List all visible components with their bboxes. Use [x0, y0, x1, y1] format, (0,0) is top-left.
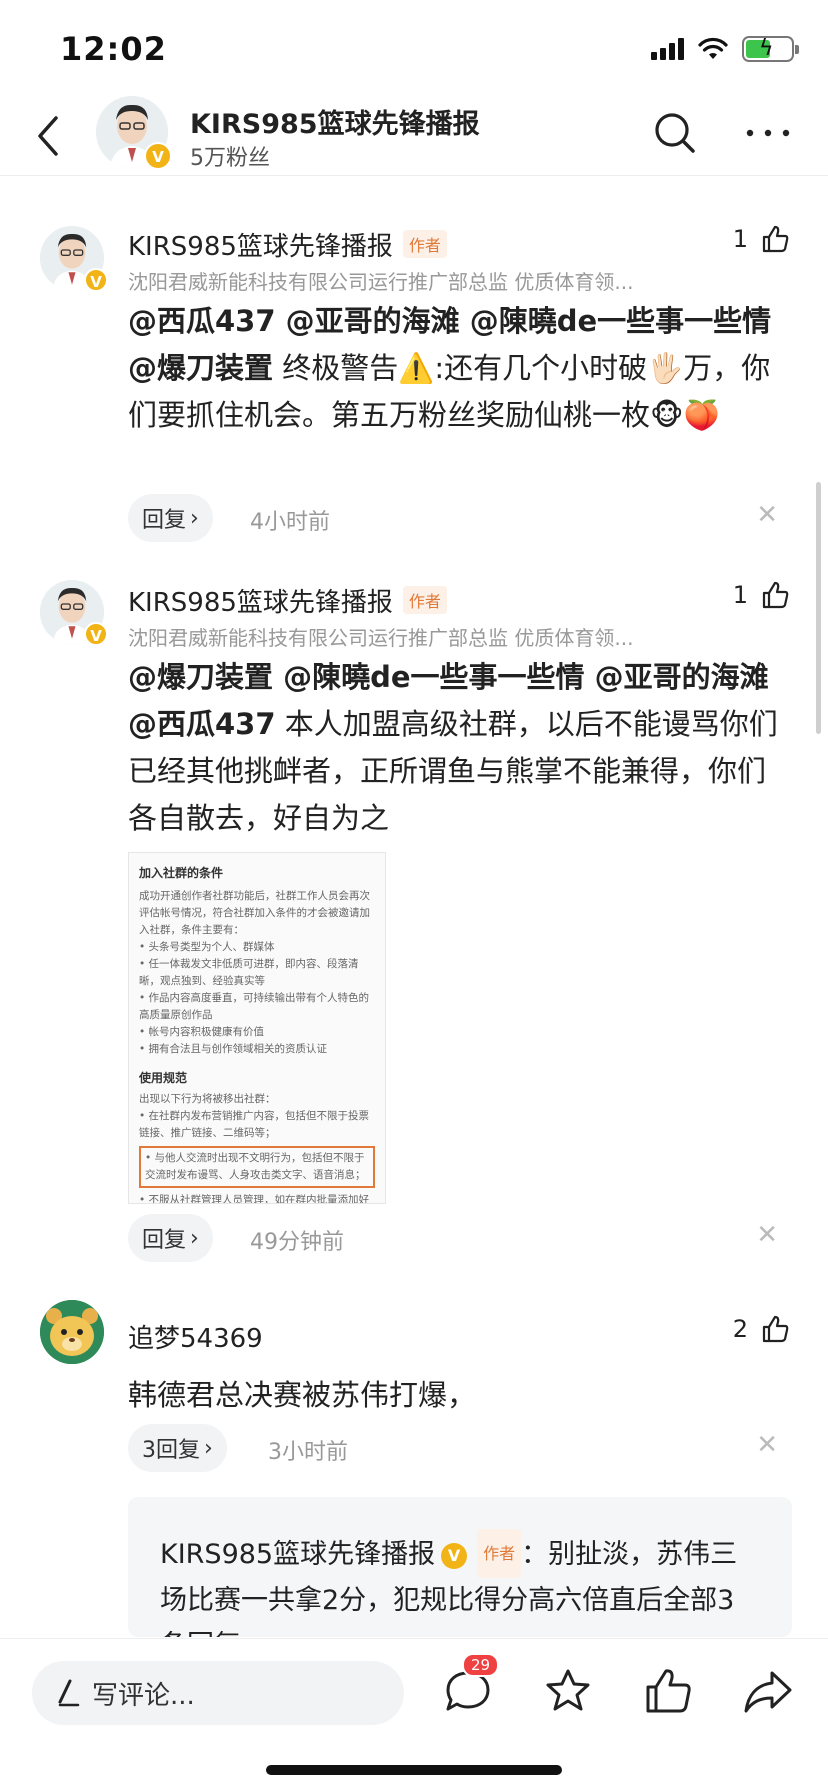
author-tag: 作者 [402, 230, 447, 258]
verified-badge-icon: V [84, 622, 108, 646]
comment-time: 3小时前 [268, 1440, 348, 1465]
comment-count-badge: 29 [462, 1653, 500, 1677]
image-text: • 作品内容高度垂直，可持续输出带有个人特色的高质量原创作品 [139, 992, 370, 1021]
commenter-avatar[interactable]: V [40, 226, 108, 292]
verified-badge-icon: V [441, 1543, 468, 1569]
wifi-icon [698, 37, 728, 59]
commenter-avatar[interactable]: V [40, 580, 108, 646]
more-options-icon[interactable] [738, 108, 798, 158]
comment-input[interactable]: 写评论... [32, 1661, 404, 1725]
thumbs-up-icon [762, 1315, 789, 1343]
chevron-right-icon: › [190, 1225, 199, 1251]
replies-button[interactable]: 3回复 › [128, 1424, 227, 1472]
thumbs-up-icon[interactable] [640, 1663, 696, 1719]
reply-label: 回复 [142, 1228, 187, 1253]
thumbs-up-icon [762, 225, 789, 253]
image-text: • 拥有合法且与创作领域相关的资质认证 [139, 1043, 328, 1055]
image-heading: 使用规范 [139, 1071, 188, 1085]
top-nav-bar: V KIRS985篮球先锋播报 5万粉丝 [0, 96, 828, 176]
verified-badge-icon: V [84, 268, 108, 292]
status-bar: 12:02 ϟ [0, 0, 828, 100]
bottom-action-bar: 写评论... 29 [0, 1638, 828, 1792]
image-text: • 不服从社群管理人员管理，如在群内批量添加好友引流、未经管理员同意邀请他人入群… [139, 1194, 370, 1204]
comment-text: @爆刀装置 @陳曉de一些事一些情 @亚哥的海滩 @西瓜437 本人加盟高级社群… [128, 654, 788, 842]
star-favorite-icon[interactable] [540, 1663, 596, 1719]
reply-author-name[interactable]: KIRS985篮球先锋播报 [160, 1539, 435, 1570]
cellular-signal-icon [651, 38, 684, 60]
comment-author-name[interactable]: KIRS985篮球先锋播报 [128, 232, 393, 262]
commenter-organization: 沈阳君威新能科技有限公司运行推广部总监 优质体育领... [128, 270, 634, 294]
reply-label: 回复 [142, 508, 187, 533]
commenter-avatar[interactable] [40, 1300, 104, 1364]
status-time: 12:02 [60, 30, 167, 68]
reply-preview-card[interactable]: KIRS985篮球先锋播报 V 作者 ：别扯淡，苏伟三场比赛一共拿2分，犯规比得分高六… [128, 1497, 792, 1637]
author-tag: 作者 [402, 586, 447, 614]
like-button[interactable]: 1 [733, 580, 790, 610]
comment-text: @西瓜437 @亚哥的海滩 @陳曉de一些事一些情 @爆刀装置 终极警告⚠️:还… [128, 298, 788, 439]
battery-icon: ϟ [742, 36, 799, 62]
search-icon[interactable] [650, 108, 700, 158]
comment-text: 韩德君总决赛被苏伟打爆， [128, 1378, 477, 1412]
chevron-right-icon: › [204, 1435, 213, 1461]
reply-button[interactable]: 回复 › [128, 1214, 213, 1262]
image-text: 出现以下行为将被移出社群： [139, 1093, 276, 1105]
chevron-right-icon: › [190, 505, 199, 531]
reply-button[interactable]: 回复 › [128, 494, 213, 542]
reply-count-label: 3回复 [142, 1438, 200, 1463]
scrollbar[interactable] [816, 482, 821, 734]
like-button[interactable]: 2 [733, 1314, 790, 1344]
share-arrow-icon[interactable] [740, 1663, 796, 1719]
like-count: 1 [732, 225, 748, 253]
header-title[interactable]: KIRS985篮球先锋播报 [190, 102, 480, 141]
author-tag: 作者 [477, 1529, 522, 1578]
image-text: • 帐号内容积极健康有价值 [139, 1026, 265, 1038]
comment-time: 49分钟前 [250, 1230, 344, 1255]
commenter-organization: 沈阳君威新能科技有限公司运行推广部总监 优质体育领... [128, 626, 634, 650]
image-text: • 任一体裁发文非低质可进群，即内容、段落清晰，观点独到、经验真实等 [139, 958, 359, 987]
pen-icon [58, 1679, 80, 1707]
image-text: • 头条号类型为个人、群媒体 [139, 941, 275, 953]
dismiss-close-icon[interactable]: ✕ [756, 1430, 778, 1460]
image-text: • 在社群内发布营销推广内容，包括但不限于投票链接、推广链接、二维码等； [139, 1110, 370, 1139]
header-fan-count: 5万粉丝 [190, 146, 270, 171]
like-button[interactable]: 1 [733, 224, 790, 254]
thumbs-up-icon [762, 581, 789, 609]
like-count: 2 [732, 1315, 748, 1343]
image-highlight-box: • 与他人交流时出现不文明行为，包括但不限于交流时发布谩骂、人身攻击类文字、语音… [139, 1146, 375, 1188]
dismiss-close-icon[interactable]: ✕ [756, 500, 778, 530]
comment-author-name[interactable]: 追梦54369 [128, 1318, 263, 1355]
comment-time: 4小时前 [250, 510, 330, 535]
header-avatar[interactable]: V [96, 96, 172, 170]
comments-button[interactable]: 29 [440, 1653, 500, 1719]
verified-badge-icon: V [144, 142, 172, 170]
comment-author-name[interactable]: KIRS985篮球先锋播报 [128, 588, 393, 618]
comment-image[interactable]: 加入社群的条件 成功开通创作者社群功能后，社群工作人员会再次评估帐号情况，符合社… [128, 852, 386, 1204]
dismiss-close-icon[interactable]: ✕ [756, 1220, 778, 1250]
home-indicator [266, 1765, 562, 1775]
comment-input-placeholder: 写评论... [92, 1680, 195, 1711]
image-heading: 加入社群的条件 [139, 866, 224, 880]
image-text: 成功开通创作者社群功能后，社群工作人员会再次评估帐号情况，符合社群加入条件的才会… [139, 890, 370, 936]
back-arrow-icon[interactable] [30, 106, 74, 166]
like-count: 1 [732, 581, 748, 609]
